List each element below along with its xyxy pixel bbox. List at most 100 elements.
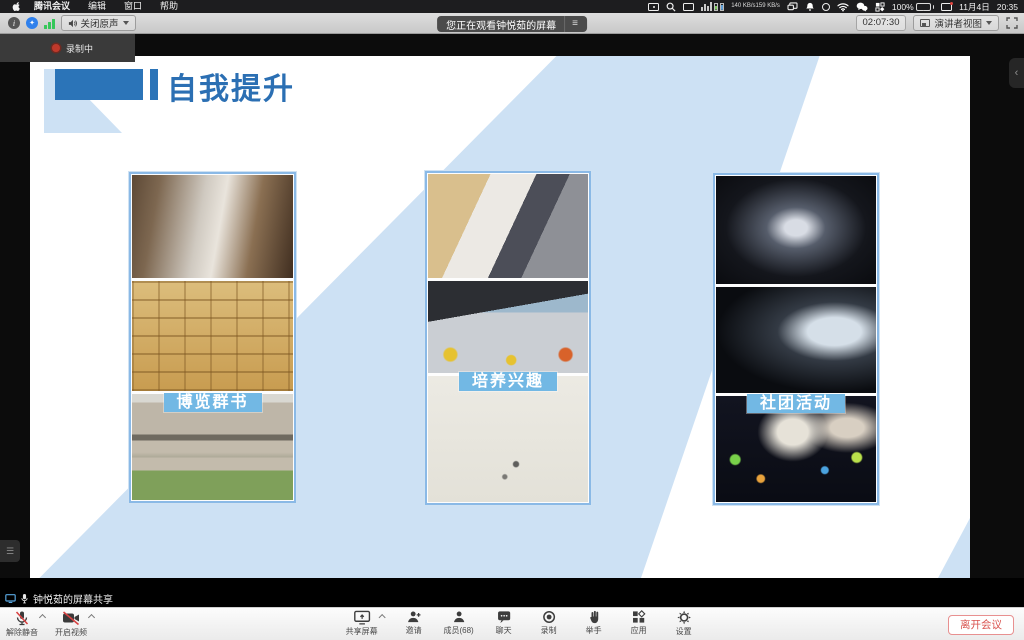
network-speed-widget[interactable]: 140 KB/s 159 KB/s [731, 3, 780, 10]
menu-help[interactable]: 帮助 [151, 0, 187, 13]
collapse-panel-tab[interactable]: ‹ [1009, 58, 1024, 88]
bottom-center-controls: 共享屏幕 邀请 成员(68) 聊天 录制 举手 应用 [346, 610, 700, 637]
invite-icon [406, 610, 421, 624]
macos-menubar: 腾讯会议 编辑 窗口 帮助 140 KB/s 159 KB/s [0, 0, 1024, 13]
original-sound-label: 关闭原声 [81, 16, 119, 30]
title-bar-decoration [150, 69, 158, 100]
meeting-security-icon[interactable]: ✦ [26, 17, 38, 29]
view-mode-button[interactable]: 演讲者视图 [913, 15, 999, 31]
camera-off-icon [62, 610, 80, 626]
start-video-button[interactable]: 开启视频 [55, 610, 87, 638]
battery-indicator[interactable]: 100% [892, 2, 934, 12]
chat-label: 聊天 [496, 625, 512, 636]
menu-app-name[interactable]: 腾讯会议 [25, 0, 79, 13]
menubar-status-tray: 140 KB/s 159 KB/s 100% 11月4日 20:35 [648, 1, 1024, 13]
slide-title: 自我提升 [167, 64, 295, 108]
apps-button[interactable]: 应用 [623, 610, 655, 636]
banner-menu-icon[interactable]: ≡ [564, 16, 578, 32]
members-button[interactable]: 成员(68) [443, 610, 475, 636]
unmute-label: 解除静音 [6, 627, 38, 638]
raise-hand-label: 举手 [586, 625, 602, 636]
watching-screen-label: 您正在观看钟悦茹的屏幕 [446, 17, 556, 32]
share-screen-button[interactable]: 共享屏幕 [346, 610, 378, 637]
apps-icon [632, 610, 646, 624]
wifi-icon[interactable] [837, 2, 849, 12]
watching-screen-banner[interactable]: 您正在观看钟悦茹的屏幕 ≡ [437, 16, 587, 32]
screen-share-icon [5, 594, 16, 603]
title-block-decoration [55, 69, 143, 100]
invite-label: 邀请 [406, 625, 422, 636]
meeting-info-icon[interactable]: i [8, 17, 20, 29]
menu-window[interactable]: 窗口 [115, 0, 151, 13]
share-options-caret[interactable] [379, 614, 386, 621]
members-icon [451, 610, 466, 624]
settings-label: 设置 [676, 626, 692, 637]
photo-wooden-bookshelves [132, 281, 293, 392]
presentation-slide: 自我提升 博览群书 培养兴趣 社团活动 [30, 56, 970, 578]
net-speed-up: 140 KB/s [731, 3, 755, 10]
view-mode-label: 演讲者视图 [934, 16, 982, 30]
bottom-left-controls: 解除静音 开启视频 [6, 610, 94, 638]
system-monitor-widget[interactable] [701, 2, 724, 11]
battery-percent: 100% [892, 2, 914, 12]
chat-icon [496, 610, 511, 624]
apps-label: 应用 [631, 625, 647, 636]
spotlight-icon[interactable] [666, 2, 676, 12]
menu-edit[interactable]: 编辑 [79, 0, 115, 13]
battery-icon [916, 3, 931, 11]
photo-dance-performance [716, 176, 876, 284]
photo-guitar-practice [428, 174, 588, 278]
unmute-button[interactable]: 解除静音 [6, 610, 38, 638]
mic-options-caret[interactable] [39, 614, 46, 621]
photo-column-reading: 博览群书 [129, 172, 296, 503]
start-video-label: 开启视频 [55, 627, 87, 638]
sharer-mic-icon [21, 593, 28, 604]
sidecar-display-icon[interactable] [941, 3, 952, 11]
leave-meeting-button[interactable]: 离开会议 [948, 615, 1014, 635]
window-manager-icon[interactable] [787, 2, 798, 11]
column-label-reading: 博览群书 [163, 393, 261, 412]
shared-screen-area: 自我提升 博览群书 培养兴趣 社团活动 录制中 ☰ ‹ [0, 34, 1024, 607]
column-label-clubs: 社团活动 [747, 394, 845, 413]
raise-hand-icon [586, 610, 601, 624]
apps-grid-icon[interactable] [875, 2, 885, 12]
invite-button[interactable]: 邀请 [398, 610, 430, 636]
side-panel-toggle[interactable]: ☰ [0, 540, 20, 562]
screen-record-icon[interactable] [648, 3, 659, 11]
record-button[interactable]: 录制 [533, 610, 565, 636]
photo-column-hobbies: 培养兴趣 [425, 171, 591, 505]
bell-icon[interactable] [805, 2, 815, 12]
meeting-timer: 02:07:30 [856, 15, 907, 31]
photo-skateboarding [428, 281, 588, 373]
chevron-down-icon [986, 21, 992, 25]
recording-indicator: 录制中 [0, 34, 135, 62]
network-quality-icon[interactable] [44, 18, 55, 29]
browser-ring-icon[interactable] [822, 3, 830, 11]
bottom-control-bar: 解除静音 开启视频 共享屏幕 邀请 成员(68) [0, 607, 1024, 640]
recording-label: 录制中 [66, 42, 93, 55]
speaker-view-icon [920, 19, 930, 27]
settings-button[interactable]: 设置 [668, 610, 700, 637]
chevron-down-icon [123, 21, 129, 25]
photo-library-aisle [132, 175, 293, 278]
chat-button[interactable]: 聊天 [488, 610, 520, 636]
photo-column-clubs: 社团活动 [713, 173, 879, 505]
menubar-left: 腾讯会议 编辑 窗口 帮助 [0, 0, 187, 13]
record-icon [541, 610, 556, 624]
gear-icon [676, 610, 691, 625]
display-icon[interactable] [683, 3, 694, 11]
apple-menu-icon[interactable] [12, 1, 21, 12]
meeting-toolbar-right: 02:07:30 演讲者视图 [856, 15, 1024, 31]
share-status-row: 钟悦茹的屏幕共享 [5, 591, 113, 606]
original-sound-button[interactable]: 关闭原声 [61, 15, 136, 31]
raise-hand-button[interactable]: 举手 [578, 610, 610, 636]
photo-stage-performance [716, 287, 876, 394]
speaker-icon [68, 19, 77, 28]
menubar-time[interactable]: 20:35 [997, 2, 1018, 12]
menubar-date[interactable]: 11月4日 [959, 1, 990, 13]
video-options-caret[interactable] [88, 614, 95, 621]
meeting-toolbar: i ✦ 关闭原声 您正在观看钟悦茹的屏幕 ≡ 02:07:30 演讲者视图 [0, 13, 1024, 34]
fullscreen-expand-icon[interactable] [1006, 17, 1018, 29]
net-speed-down: 159 KB/s [756, 3, 780, 10]
wechat-icon[interactable] [856, 2, 868, 12]
